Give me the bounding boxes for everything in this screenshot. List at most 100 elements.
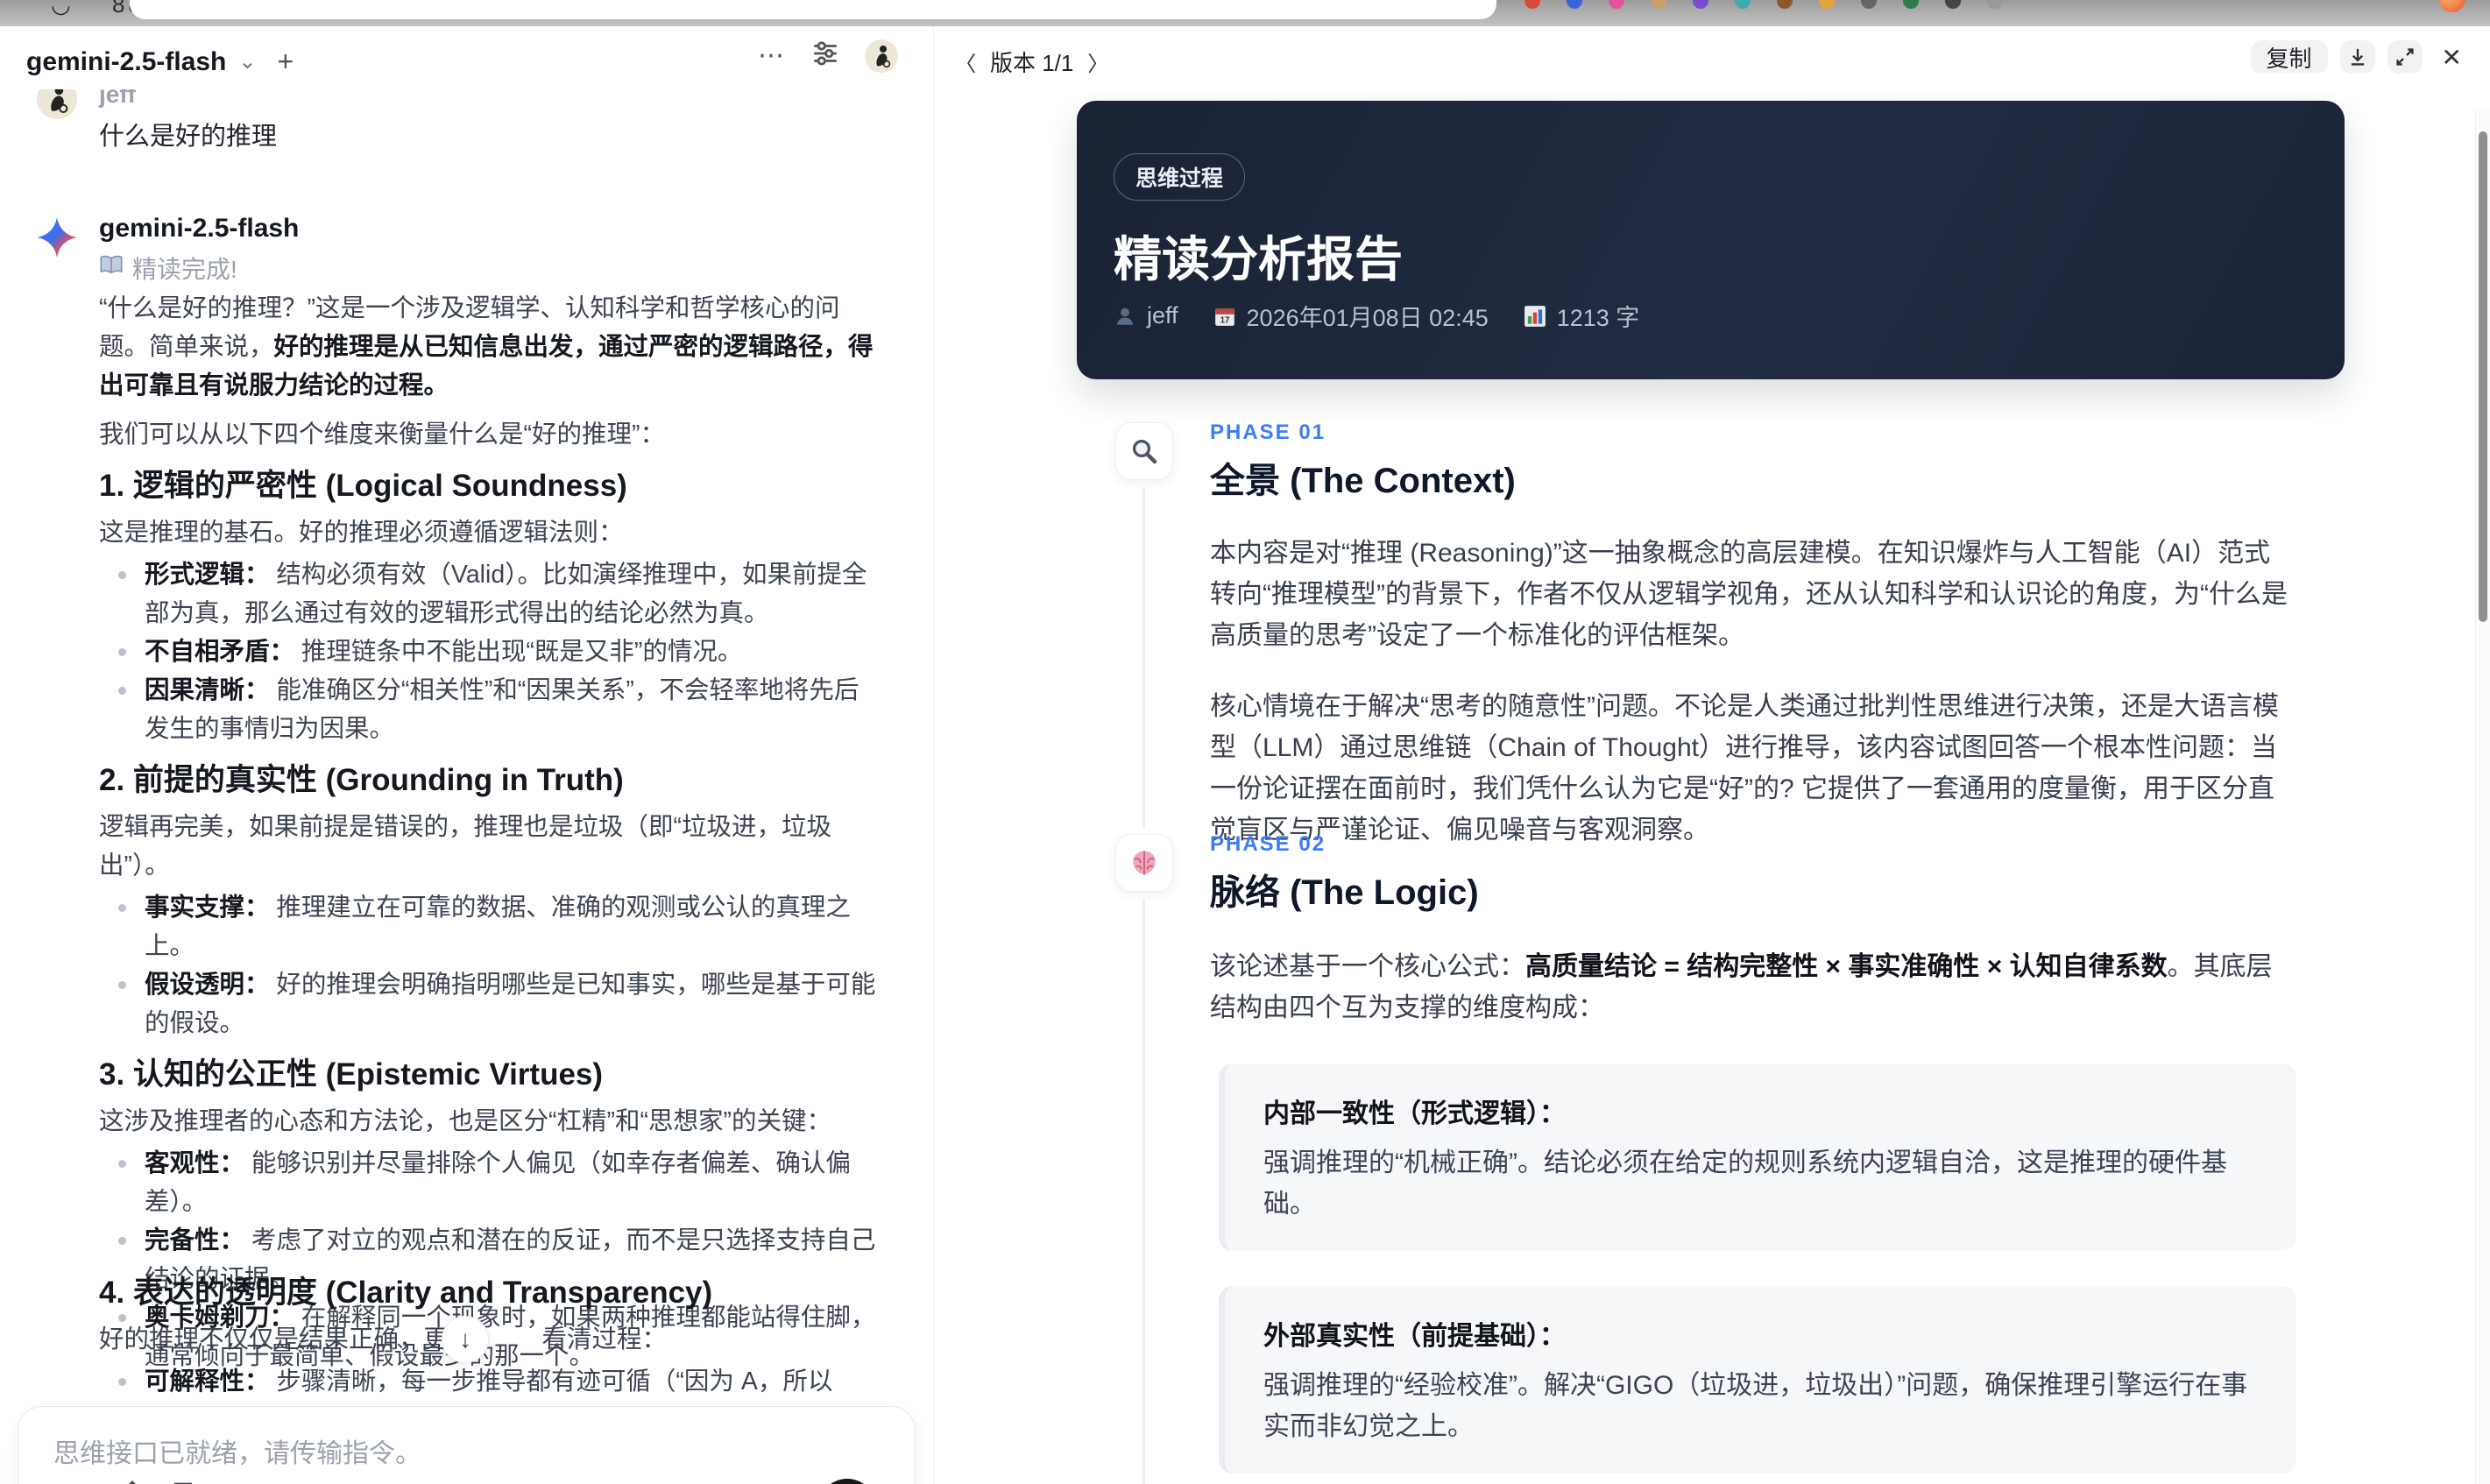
extension-icon[interactable]: [1861, 0, 1877, 9]
next-version-button[interactable]: 〉: [1087, 46, 1108, 77]
model-selector[interactable]: gemini-2.5-flash: [26, 47, 226, 77]
more-menu-icon[interactable]: ⋯: [758, 40, 786, 71]
dimension-card-body: 强调推理的“经验校准”。解决“GIGO（垃圾进，垃圾出）”问题，确保推理引擎运行…: [1263, 1371, 2248, 1441]
composer-placeholder[interactable]: 思维接口已就绪，请传输指令。: [53, 1431, 421, 1470]
scrollbar[interactable]: [2475, 110, 2490, 1484]
settings-sliders-icon[interactable]: [810, 39, 840, 73]
extension-icon[interactable]: [1693, 0, 1708, 9]
magnifier-icon: [1115, 422, 1173, 480]
report-hero-card: 思维过程 精读分析报告 jeff 17 2026年01月08日 02:45 12…: [1077, 101, 2345, 379]
extension-icon[interactable]: [1819, 0, 1835, 9]
assistant-message-name: gemini-2.5-flash: [99, 214, 300, 243]
phase-label: PHASE 01: [1210, 420, 1326, 444]
extension-icon[interactable]: [1987, 0, 2003, 9]
app-window: gemini-2.5-flash ⌄ + ⋯ jeff 什么是好的推理 gemi…: [0, 26, 2490, 1484]
extension-icon[interactable]: [1609, 0, 1624, 9]
extension-icon[interactable]: [1903, 0, 1919, 9]
section-lead: 逻辑再完美，如果前提是错误的，推理也是垃圾（即“垃圾进，垃圾出”）。: [99, 813, 831, 880]
new-chat-button[interactable]: +: [278, 46, 294, 78]
list-item: 事实支撑： 推理建立在可靠的数据、准确的观测或公认的真理之上。: [99, 888, 881, 965]
report-title: 精读分析报告: [1114, 232, 1404, 286]
section-lead: 这是推理的基石。好的推理必须遵循逻辑法则：: [99, 519, 624, 547]
extension-icon[interactable]: [1777, 0, 1793, 9]
section-lead: 好的推理不仅仅是结果正确，更要 看清过程：: [99, 1325, 668, 1353]
download-icon: [2351, 48, 2364, 66]
gemini-star-icon: [37, 217, 77, 262]
list-item: 假设透明： 好的推理会明确指明哪些是已知事实，哪些是基于可能的假设。: [99, 965, 881, 1042]
date-meta: 17 2026年01月08日 02:45: [1213, 299, 1489, 333]
skills-diamond-icon[interactable]: [117, 1480, 147, 1484]
extension-icon[interactable]: [1567, 0, 1582, 9]
report-meta: jeff 17 2026年01月08日 02:45 1213 字: [1114, 299, 1639, 333]
dimension-card-title: 内部一致性（形式逻辑）：: [1263, 1099, 1566, 1128]
bullet-list: 事实支撑： 推理建立在可靠的数据、准确的观测或公认的真理之上。 假设透明： 好的…: [99, 888, 881, 1042]
calendar-icon: 17: [1214, 307, 1234, 326]
extension-icon[interactable]: [1651, 0, 1666, 9]
book-icon: [99, 254, 124, 282]
prev-version-button[interactable]: 〈: [955, 46, 976, 77]
section-heading: 3. 认知的公正性 (Epistemic Virtues): [99, 1057, 604, 1092]
brain-icon: [1115, 834, 1173, 892]
svg-text:17: 17: [1220, 315, 1229, 325]
phase-label: PHASE 02: [1210, 832, 1326, 856]
extension-icon[interactable]: [1735, 0, 1751, 9]
scrollbar-thumb[interactable]: [2479, 131, 2487, 622]
lead-paragraph: 我们可以从以下四个维度来衡量什么是“好的推理”：: [99, 420, 665, 449]
dimension-card-title: 外部真实性（前提基础）：: [1263, 1322, 1566, 1351]
artifact-toolbar: 〈 版本 1/1 〉 复制 ✕: [934, 26, 2490, 93]
browser-address-bar[interactable]: [130, 0, 1496, 19]
phase-1-section: PHASE 01 全景 (The Context) 本内容是对“推理 (Reas…: [1210, 420, 2296, 851]
list-item: 因果清晰： 能准确区分“相关性”和“因果关系”，不会轻率地将先后发生的事情归为因…: [99, 671, 881, 748]
artifact-panel: 〈 版本 1/1 〉 复制 ✕ 思维过程 精读分析报告 jeff 17 2026…: [933, 26, 2490, 1484]
assistant-message-body: “什么是好的推理？”这是一个涉及逻辑学、认知科学和哲学核心的问题。简单来说，好的…: [99, 289, 881, 1375]
chat-header: gemini-2.5-flash ⌄ + ⋯: [0, 26, 933, 89]
phase-title: 全景 (The Context): [1210, 462, 1516, 500]
list-item: 形式逻辑： 结构必须有效（Valid）。比如演绎推理中，如果前提全部为真，那么通…: [99, 555, 881, 632]
section-heading: 2. 前提的真实性 (Grounding in Truth): [99, 763, 624, 797]
version-label: 版本 1/1: [990, 50, 1074, 76]
thinking-process-badge: 思维过程: [1114, 153, 1246, 201]
intro-paragraph: “什么是好的推理？”这是一个涉及逻辑学、认知科学和哲学核心的问题。简单来说，好的…: [99, 294, 874, 399]
formula-paragraph: 该论述基于一个核心公式：高质量结论 = 结构完整性 × 事实准确性 × 认知自律…: [1210, 952, 2273, 1022]
phase-paragraph: 核心情境在于解决“思考的随意性”问题。不论是人类通过批判性思维进行决策，还是大语…: [1210, 692, 2279, 844]
section-lead: 这涉及推理者的心态和方法论，也是区分“杠精”和“思想家”的关键：: [99, 1107, 831, 1135]
browser-profile-avatar[interactable]: [2439, 0, 2465, 12]
timeline-connector: [1142, 487, 1145, 829]
person-icon: [1116, 307, 1134, 325]
user-message-text: 什么是好的推理: [99, 123, 278, 151]
browser-reload-icon[interactable]: ◡: [51, 0, 71, 18]
author-meta: jeff: [1114, 302, 1178, 329]
assistant-status-text: 精读完成!: [132, 256, 237, 283]
expand-icon: [2395, 48, 2414, 66]
download-button[interactable]: [2339, 40, 2375, 74]
chat-panel: gemini-2.5-flash ⌄ + ⋯ jeff 什么是好的推理 gemi…: [0, 26, 933, 1484]
extension-icon[interactable]: [1524, 0, 1540, 9]
timeline-connector: [1142, 899, 1145, 1484]
word-count-meta: 1213 字: [1524, 299, 1639, 333]
dimension-card-body: 强调推理的“机械正确”。结论必须在给定的规则系统内逻辑自洽，这是推理的硬件基础。: [1263, 1148, 2227, 1219]
page: ◡ 88 gemini-2.5-flash ⌄ + ⋯ jeff 什么是好的推理…: [0, 0, 2490, 1484]
close-icon[interactable]: ✕: [2435, 43, 2469, 72]
assistant-status: 精读完成!: [99, 251, 237, 286]
expand-button[interactable]: [2387, 40, 2423, 74]
extension-icon[interactable]: [1945, 0, 1961, 9]
scroll-to-bottom-button[interactable]: ↓: [442, 1316, 489, 1363]
dimension-card: 内部一致性（形式逻辑）： 强调推理的“机械正确”。结论必须在给定的规则系统内逻辑…: [1219, 1064, 2296, 1251]
browser-chrome: ◡ 88: [0, 0, 2490, 26]
chevron-down-icon[interactable]: ⌄: [238, 49, 256, 74]
copy-button[interactable]: 复制: [2250, 40, 2328, 74]
bar-chart-icon: [1524, 305, 1546, 327]
section-heading: 1. 逻辑的严密性 (Logical Soundness): [99, 469, 627, 503]
section-heading: 4. 表达的透明度 (Clarity and Transparency): [99, 1276, 713, 1310]
bullet-list: 形式逻辑： 结构必须有效（Valid）。比如演绎推理中，如果前提全部为真，那么通…: [99, 555, 881, 748]
phase-paragraph: 本内容是对“推理 (Reasoning)”这一抽象概念的高层建模。在知识爆炸与人…: [1210, 539, 2288, 650]
dimension-card: 外部真实性（前提基础）： 强调推理的“经验校准”。解决“GIGO（垃圾进，垃圾出…: [1219, 1286, 2296, 1473]
arrow-down-icon: ↓: [459, 1325, 471, 1353]
user-avatar[interactable]: [865, 39, 898, 73]
composer[interactable]: 思维接口已就绪，请传输指令。 +: [18, 1406, 916, 1484]
list-item: 不自相矛盾： 推理链条中不能出现“既是又非”的情况。: [99, 632, 881, 671]
voice-input-button[interactable]: [818, 1479, 876, 1484]
phase-2-section: PHASE 02 脉络 (The Logic) 该论述基于一个核心公式：高质量结…: [1210, 832, 2296, 1484]
phase-title: 脉络 (The Logic): [1210, 873, 1479, 912]
list-item: 客观性： 能够识别并尽量排除个人偏见（如幸存者偏差、确认偏差）。: [99, 1144, 881, 1221]
